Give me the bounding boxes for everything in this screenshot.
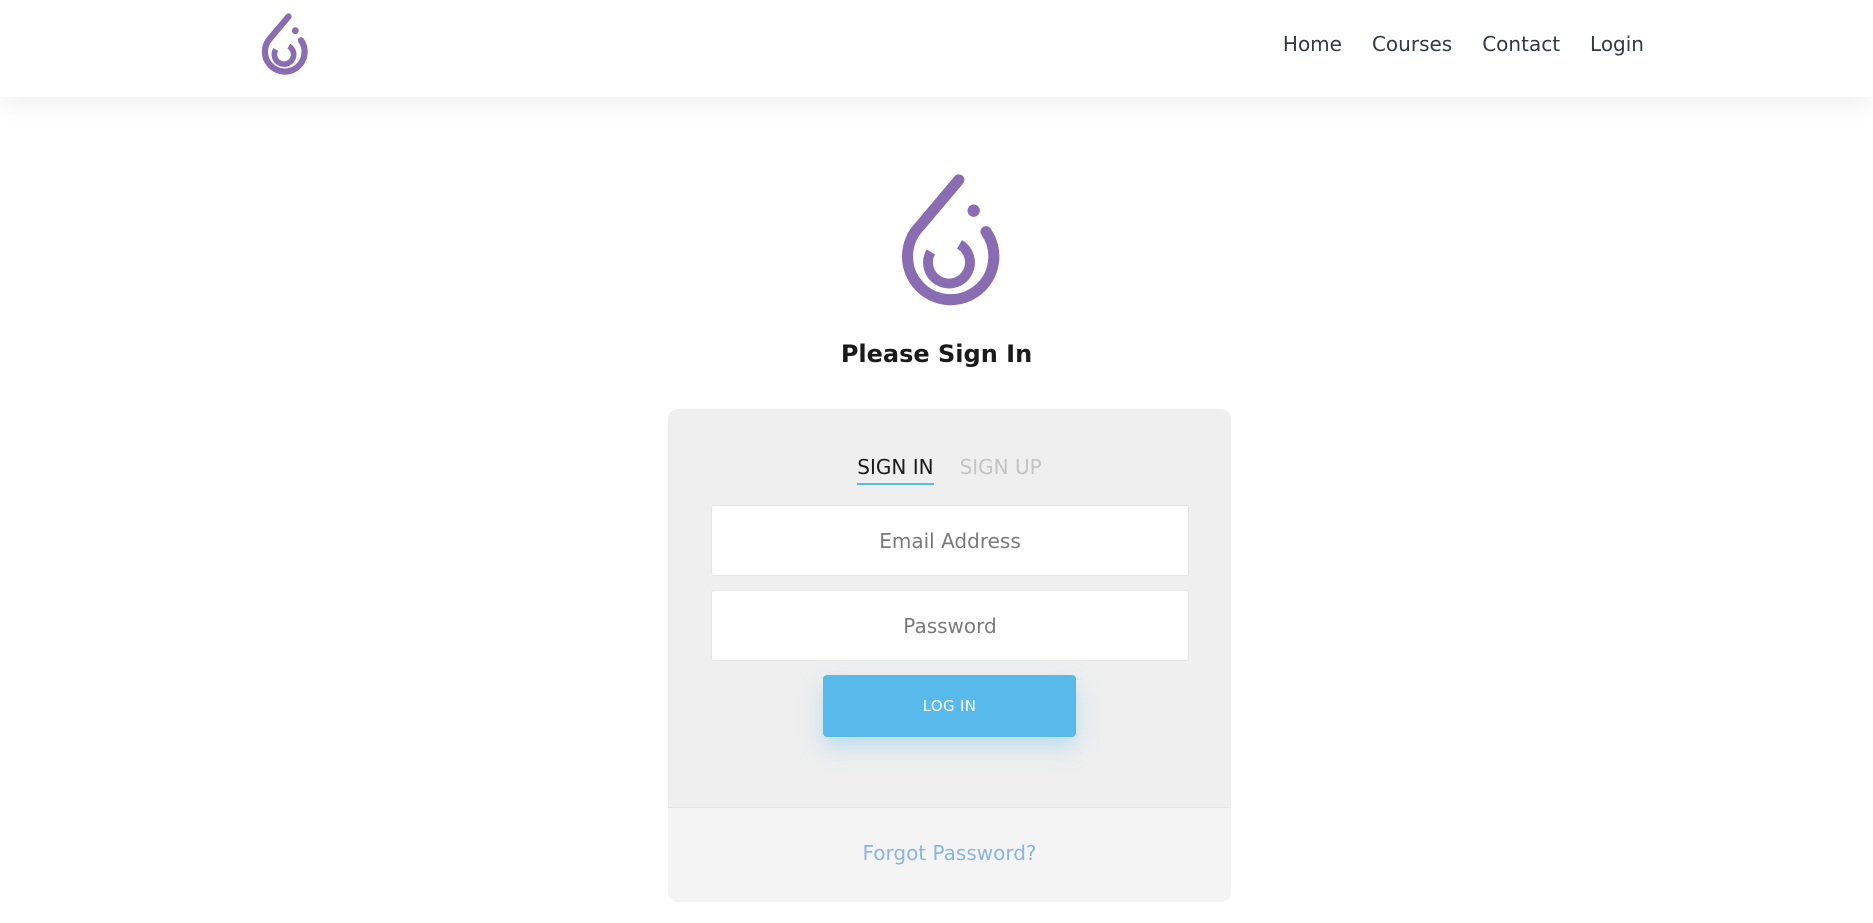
tab-sign-in[interactable]: SIGN IN bbox=[857, 453, 934, 485]
password-field[interactable] bbox=[711, 590, 1189, 661]
nav-courses-link[interactable]: Courses bbox=[1372, 29, 1452, 59]
auth-card: SIGN IN SIGN UP LOG IN Forgot Password? bbox=[668, 409, 1231, 902]
card-footer: Forgot Password? bbox=[668, 807, 1231, 902]
log-in-button[interactable]: LOG IN bbox=[823, 675, 1076, 737]
page-title: Please Sign In bbox=[840, 340, 1033, 368]
hero-logo-icon bbox=[884, 170, 1014, 318]
nav-contact-link[interactable]: Contact bbox=[1482, 29, 1560, 59]
nav-home-link[interactable]: Home bbox=[1283, 29, 1342, 59]
forgot-password-link[interactable]: Forgot Password? bbox=[862, 841, 1036, 865]
main-nav: Home Courses Contact Login bbox=[1283, 29, 1644, 59]
auth-tabs: SIGN IN SIGN UP bbox=[668, 453, 1231, 485]
email-field[interactable] bbox=[711, 505, 1189, 576]
nav-login-link[interactable]: Login bbox=[1590, 29, 1644, 59]
brand-logo-icon[interactable] bbox=[254, 12, 314, 80]
site-header: Home Courses Contact Login bbox=[0, 0, 1873, 97]
tab-sign-up[interactable]: SIGN UP bbox=[960, 453, 1042, 485]
